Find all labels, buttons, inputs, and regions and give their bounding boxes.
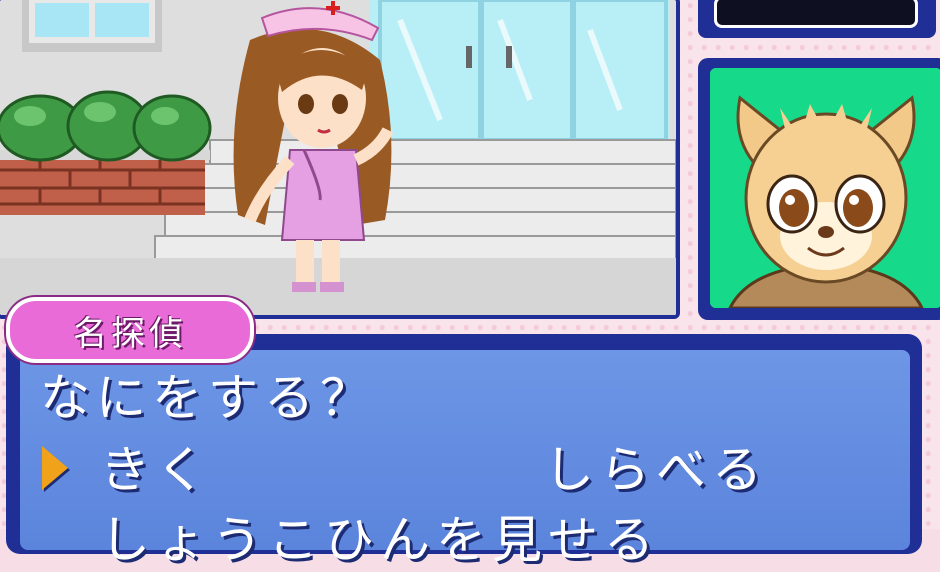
option-ask[interactable]: きく: [100, 430, 212, 502]
dialog-box: なにをする？ きく しらべる しょうこひんを見せる: [6, 334, 922, 569]
option-show-evidence[interactable]: しょうこひんを見せる: [100, 500, 660, 572]
hospital-scene-illustration: [0, 0, 676, 315]
option-investigate[interactable]: しらべる: [544, 430, 768, 502]
portrait-panel: [698, 58, 940, 320]
speaker-name: 名探偵: [73, 313, 187, 354]
scene-panel: [0, 0, 680, 319]
detective-portrait: [710, 68, 940, 308]
status-display: [714, 0, 918, 28]
detective-dog-portrait: [710, 68, 940, 308]
speaker-name-tag: 名探偵: [6, 297, 254, 363]
status-panel: [698, 0, 936, 38]
dialog-inner: なにをする？ きく しらべる しょうこひんを見せる: [20, 350, 910, 569]
triangle-cursor-icon: [42, 446, 68, 490]
dialog-prompt: なにをする？: [40, 369, 376, 427]
